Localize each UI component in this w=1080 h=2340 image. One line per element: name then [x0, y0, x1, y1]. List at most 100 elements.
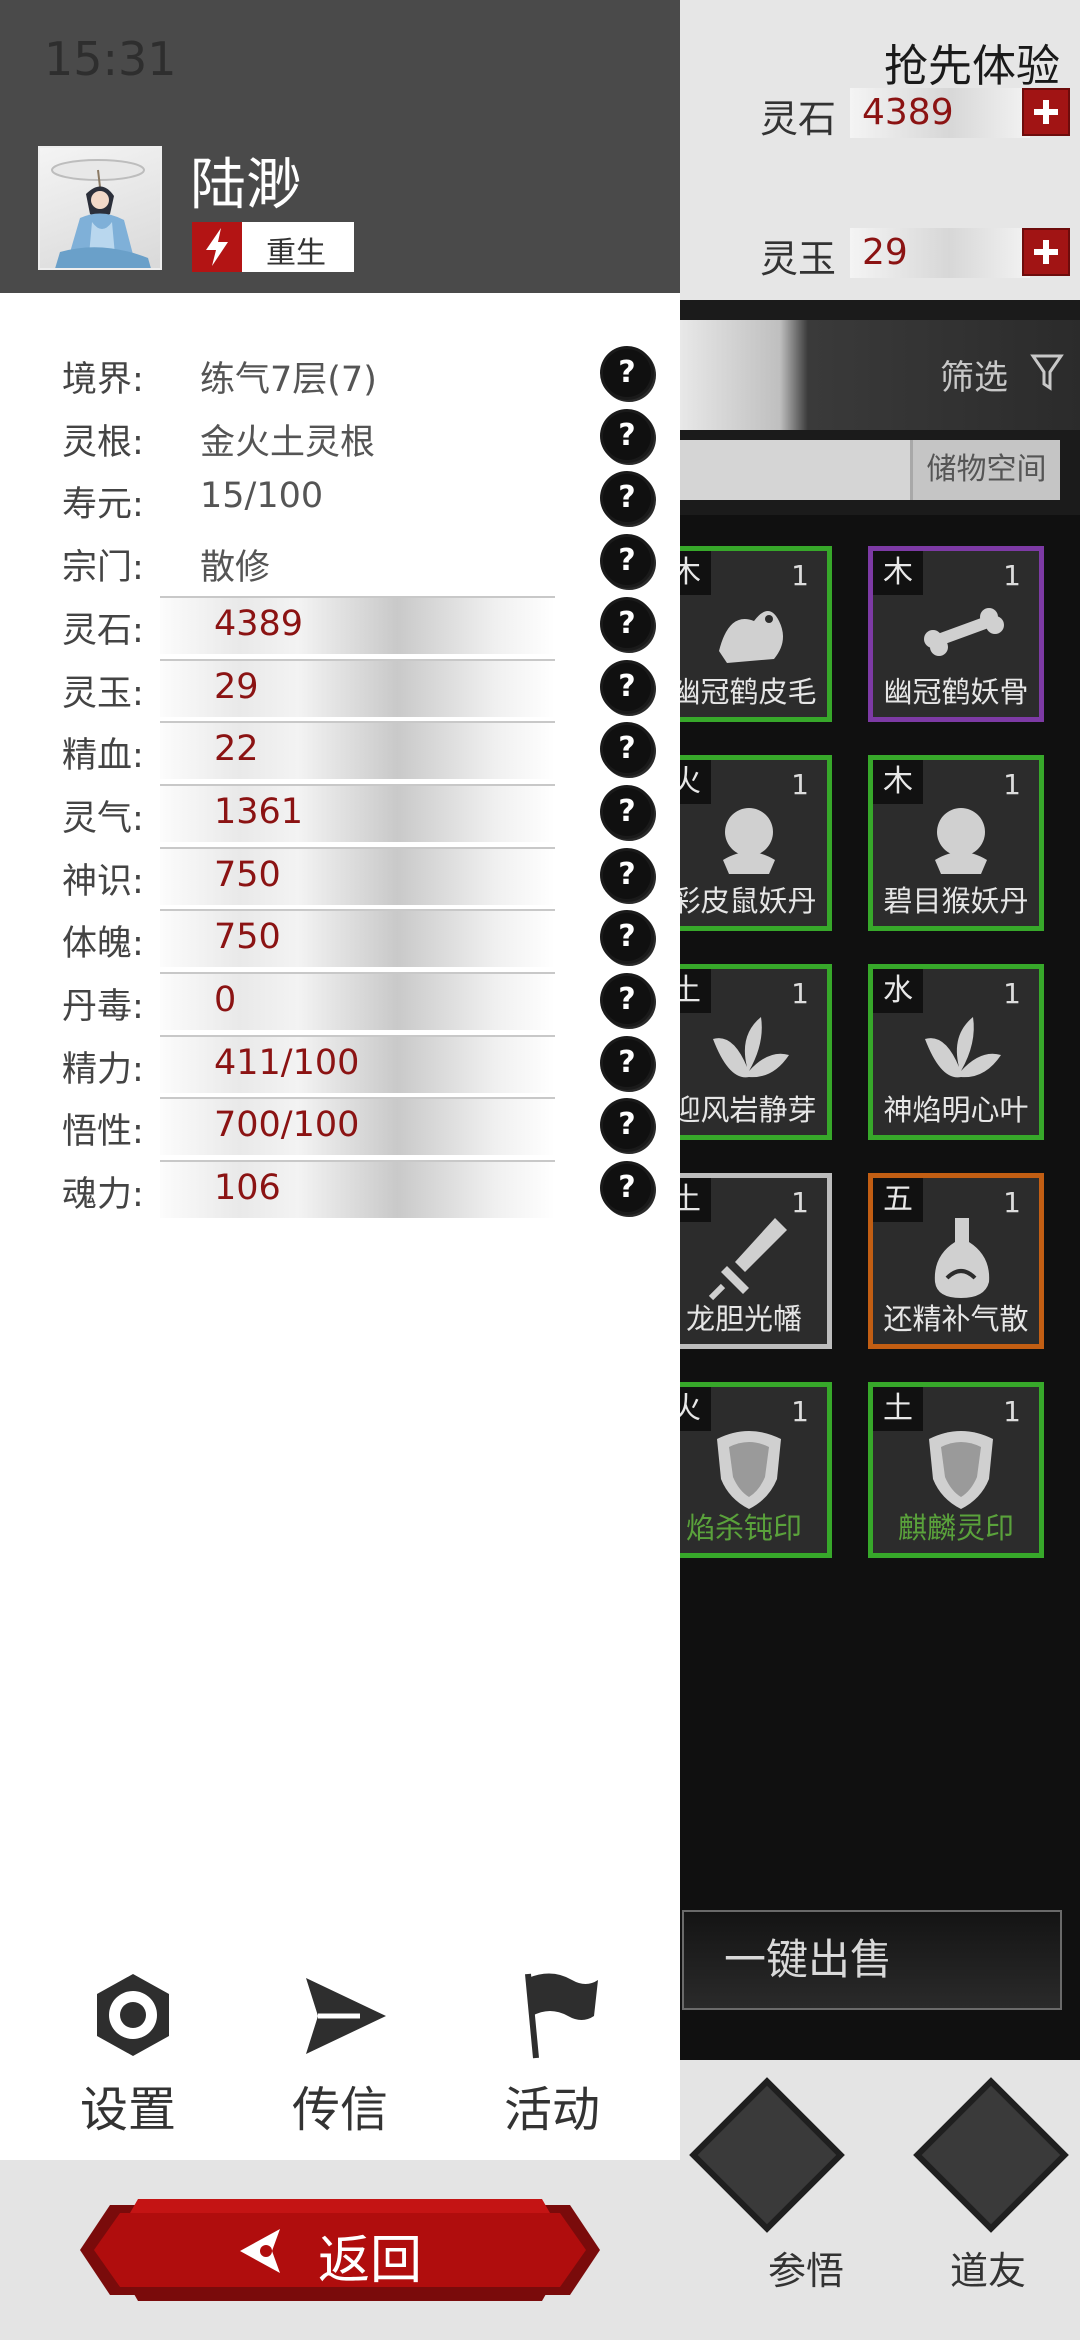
item-name: 幽冠鹤妖骨 [883, 675, 1029, 709]
stat-value: 106 [214, 1168, 281, 1208]
event-label: 活动 [503, 2082, 600, 2138]
help-icon[interactable]: ? [603, 1101, 651, 1149]
stat-row: 魂力: 106? [0, 1158, 680, 1218]
help-icon[interactable]: ? [603, 537, 651, 585]
inventory-item[interactable]: 木 1 幽冠鹤妖骨 [868, 546, 1044, 722]
message-label: 传信 [291, 2082, 388, 2138]
help-icon[interactable]: ? [603, 1039, 651, 1087]
search-bar[interactable] [680, 440, 910, 500]
stat-label: 寿元: [62, 485, 144, 525]
flag-icon [525, 1973, 598, 2059]
stat-row: 境界: 练气7层(7)? [0, 343, 680, 403]
back-label[interactable]: 返回 [318, 2218, 422, 2293]
help-icon[interactable]: ? [603, 663, 651, 711]
player-name: 陆渺 [190, 153, 302, 218]
lightning-icon [192, 222, 242, 272]
inventory-item[interactable]: 土 1 龙胆光幡 [656, 1173, 832, 1349]
stat-row: 灵石: 4389? [0, 594, 680, 654]
help-icon[interactable]: ? [603, 474, 651, 522]
gear-icon [97, 1974, 169, 2056]
help-icon[interactable]: ? [603, 976, 651, 1024]
inventory-item[interactable]: 五 1 还精补气散 [868, 1173, 1044, 1349]
item-quantity: 1 [1003, 977, 1021, 1010]
stat-row: 灵气: 1361? [0, 782, 680, 842]
item-quantity: 1 [1003, 768, 1021, 801]
stat-label: 灵玉: [62, 674, 144, 714]
help-icon[interactable]: ? [603, 412, 651, 460]
message-button[interactable]: 传信 [260, 1960, 420, 2160]
profile-drawer: 15:31 陆渺 重生 境界: 练气7层(7)? 灵根: 金火土灵根? 寿元: 15/10… [0, 0, 680, 2340]
potion-icon [934, 1218, 990, 1298]
resource-name: 灵玉 [760, 237, 837, 281]
stat-row: 精力: 411/100? [0, 1033, 680, 1093]
item-quantity: 1 [1003, 1395, 1021, 1428]
stat-row: 灵玉: 29? [0, 657, 680, 717]
pelt-icon [719, 611, 783, 663]
add-resource-icon[interactable] [1022, 228, 1070, 276]
stat-label: 丹毒: [62, 987, 144, 1027]
item-name: 迎风岩静芽 [671, 1093, 817, 1127]
item-quantity: 1 [791, 559, 809, 592]
help-icon[interactable]: ? [603, 349, 651, 397]
inventory-item[interactable]: 土 1 麒麟灵印 [868, 1382, 1044, 1558]
storage-button[interactable]: 储物空间 [910, 440, 1060, 500]
item-quantity: 1 [791, 1186, 809, 1219]
element-badge: 木 [873, 551, 923, 595]
stat-label: 境界: [62, 360, 144, 400]
stat-row: 灵根: 金火土灵根? [0, 406, 680, 466]
stat-label: 灵石: [62, 611, 144, 651]
item-name: 麒麟灵印 [897, 1511, 1014, 1545]
ink-banner [680, 320, 1080, 430]
stat-row: 寿元: 15/100? [0, 468, 680, 528]
resource-value: 29 [862, 232, 908, 273]
stat-label: 悟性: [62, 1112, 144, 1152]
inventory-item[interactable]: 木 1 幽冠鹤皮毛 [656, 546, 832, 722]
help-icon[interactable]: ? [603, 1164, 651, 1212]
item-quantity: 1 [791, 977, 809, 1010]
nav-label-friend[interactable]: 道友 [950, 2240, 1026, 2295]
stat-row: 神识: 750? [0, 845, 680, 905]
item-name: 碧目猴妖丹 [883, 884, 1029, 918]
help-icon[interactable]: ? [603, 851, 651, 899]
shield-icon [929, 1431, 993, 1509]
item-quantity: 1 [1003, 559, 1021, 592]
avatar[interactable] [38, 146, 162, 270]
filter-icon[interactable] [1030, 352, 1064, 392]
inventory-item[interactable]: 土 1 迎风岩静芽 [656, 964, 832, 1140]
resource-value: 4389 [862, 92, 954, 133]
stat-label: 精血: [62, 736, 144, 776]
filter-button[interactable]: 筛选 [940, 350, 1008, 399]
stat-value: 15/100 [200, 476, 324, 516]
stat-label: 神识: [62, 862, 144, 902]
inventory-item[interactable]: 木 1 碧目猴妖丹 [868, 755, 1044, 931]
item-quantity: 1 [1003, 1186, 1021, 1219]
element-badge: 土 [873, 1387, 923, 1431]
stat-value: 1361 [214, 792, 304, 832]
help-icon[interactable]: ? [603, 913, 651, 961]
orb-icon [723, 808, 775, 874]
item-name: 龙胆光幡 [685, 1302, 802, 1336]
send-icon [306, 1978, 386, 2054]
resource-name: 灵石 [760, 97, 837, 141]
stat-label: 体魄: [62, 924, 144, 964]
inventory-item[interactable]: 火 1 焰杀钝印 [656, 1382, 832, 1558]
add-resource-icon[interactable] [1022, 88, 1070, 136]
inventory-item[interactable]: 火 1 彩皮鼠妖丹 [656, 755, 832, 931]
settings-button[interactable]: 设置 [48, 1960, 208, 2160]
sell-all-button[interactable]: 一键出售 [682, 1910, 1062, 2010]
item-name: 彩皮鼠妖丹 [671, 884, 817, 918]
bone-icon [924, 608, 1004, 656]
stat-label: 灵根: [62, 423, 144, 463]
stat-row: 体魄: 750? [0, 907, 680, 967]
inventory-item[interactable]: 水 1 神焰明心叶 [868, 964, 1044, 1140]
stat-value: 练气7层(7) [200, 360, 377, 400]
help-icon[interactable]: ? [603, 600, 651, 648]
help-icon[interactable]: ? [603, 725, 651, 773]
nav-label-comprehend[interactable]: 参悟 [768, 2240, 844, 2295]
leaf-icon [713, 1017, 789, 1078]
item-name: 焰杀钝印 [685, 1511, 802, 1545]
help-icon[interactable]: ? [603, 788, 651, 836]
event-button[interactable]: 活动 [472, 1960, 632, 2160]
status-time: 15:31 [44, 32, 177, 86]
settings-label: 设置 [79, 2082, 176, 2138]
